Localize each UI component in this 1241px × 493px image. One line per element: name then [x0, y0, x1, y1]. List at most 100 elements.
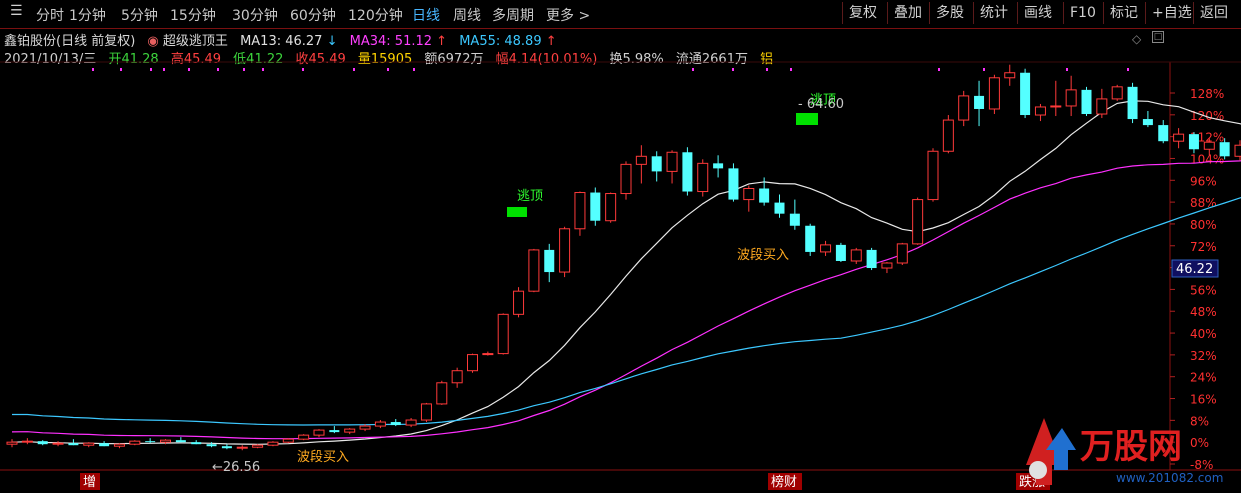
candle-body[interactable]	[1050, 105, 1062, 108]
candle-body[interactable]	[436, 382, 448, 405]
candle-body[interactable]	[160, 439, 171, 443]
candle-body[interactable]	[590, 192, 601, 221]
logo-ball-icon	[1029, 461, 1047, 479]
candle-body[interactable]	[1234, 144, 1241, 157]
candle-body[interactable]	[37, 441, 48, 445]
candle-body[interactable]	[881, 262, 893, 269]
candle-body[interactable]	[482, 353, 494, 356]
candle-body[interactable]	[282, 438, 294, 443]
candle-body[interactable]	[651, 156, 662, 172]
candle-body[interactable]	[927, 150, 939, 201]
signal-dot	[387, 68, 389, 71]
signal-dot	[938, 68, 940, 71]
candle-body[interactable]	[958, 95, 970, 121]
candle-body[interactable]	[528, 249, 540, 292]
candle-body[interactable]	[866, 249, 877, 269]
signal-dot	[120, 68, 122, 71]
signal-dot	[243, 68, 245, 71]
candle-body[interactable]	[1081, 89, 1092, 115]
signal-dot	[163, 68, 165, 71]
candle-body[interactable]	[1111, 86, 1123, 100]
candle-body[interactable]	[605, 193, 617, 222]
candle-body[interactable]	[497, 313, 509, 355]
candle-body[interactable]	[835, 244, 846, 261]
candle-body[interactable]	[559, 228, 571, 273]
y-axis-label: 48%	[1190, 305, 1217, 319]
candle-body[interactable]	[1188, 134, 1199, 150]
escape-top-marker-1	[507, 207, 527, 217]
candle-body[interactable]	[682, 152, 693, 192]
candle-body[interactable]	[129, 440, 141, 445]
candle-body[interactable]	[728, 168, 739, 200]
candle-body[interactable]	[252, 444, 264, 448]
candle-body[interactable]	[313, 429, 325, 436]
signal-dot	[302, 68, 304, 71]
candle-body[interactable]	[743, 188, 755, 201]
candle-body[interactable]	[221, 446, 232, 449]
candle-body[interactable]	[206, 444, 217, 447]
candle-body[interactable]	[1096, 98, 1108, 115]
signal-dot	[353, 68, 355, 71]
candle-body[interactable]	[1219, 142, 1230, 157]
candle-body[interactable]	[83, 442, 95, 446]
candle-body[interactable]	[191, 442, 202, 445]
candle-body[interactable]	[1127, 86, 1138, 120]
candle-body[interactable]	[113, 443, 125, 447]
candle-body[interactable]	[405, 419, 417, 426]
candle-body[interactable]	[344, 428, 356, 433]
candle-body[interactable]	[52, 442, 64, 445]
candle-body[interactable]	[236, 446, 248, 449]
candle-body[interactable]	[896, 243, 908, 264]
candle-body[interactable]	[1158, 125, 1169, 142]
candle-body[interactable]	[942, 119, 954, 152]
signal-dot	[188, 68, 190, 71]
candle-body[interactable]	[467, 354, 478, 372]
candle-body[interactable]	[145, 441, 156, 443]
candle-body[interactable]	[713, 163, 724, 169]
signal-dot	[217, 68, 219, 71]
y-axis-label: 24%	[1190, 371, 1217, 385]
candle-body[interactable]	[850, 249, 862, 262]
candle-body[interactable]	[451, 370, 463, 384]
signal-dot	[92, 68, 94, 71]
candle-body[interactable]	[544, 249, 555, 273]
candle-body[interactable]	[99, 443, 110, 447]
candle-body[interactable]	[988, 77, 1000, 110]
candle-body[interactable]	[620, 163, 632, 195]
candle-body[interactable]	[329, 430, 340, 433]
logo-url: www.201082.com	[1116, 471, 1223, 485]
candle-body[interactable]	[513, 290, 525, 315]
candle-body[interactable]	[175, 440, 186, 443]
ma13-line	[11, 100, 1241, 445]
candle-body[interactable]	[1034, 106, 1046, 116]
candle-body[interactable]	[68, 443, 79, 446]
candle-body[interactable]	[912, 199, 924, 245]
candle-body[interactable]	[805, 225, 816, 252]
candle-body[interactable]	[1065, 89, 1077, 107]
candle-body[interactable]	[359, 425, 371, 430]
candle-body[interactable]	[1020, 72, 1031, 116]
signal-dot	[766, 68, 768, 71]
candle-body[interactable]	[1173, 133, 1185, 142]
candle-body[interactable]	[390, 422, 401, 426]
candle-body[interactable]	[420, 403, 432, 421]
candle-body[interactable]	[574, 192, 586, 230]
candle-body[interactable]	[820, 244, 832, 253]
candle-body[interactable]	[1142, 119, 1153, 126]
candle-body[interactable]	[697, 162, 709, 193]
candle-body[interactable]	[1203, 141, 1215, 150]
candle-body[interactable]	[267, 441, 279, 446]
y-axis-label: 72%	[1190, 240, 1217, 254]
candle-body[interactable]	[789, 213, 800, 226]
candle-body[interactable]	[21, 440, 33, 443]
candle-body[interactable]	[635, 155, 647, 165]
candle-body[interactable]	[6, 441, 18, 445]
candle-body[interactable]	[759, 188, 770, 203]
candle-body[interactable]	[298, 434, 310, 440]
candle-body[interactable]	[666, 151, 678, 172]
candle-body[interactable]	[974, 95, 985, 109]
candle-body[interactable]	[1004, 72, 1016, 79]
candle-body[interactable]	[374, 421, 386, 427]
candle-body[interactable]	[774, 202, 785, 214]
price-tag-value: 46.22	[1176, 262, 1213, 277]
